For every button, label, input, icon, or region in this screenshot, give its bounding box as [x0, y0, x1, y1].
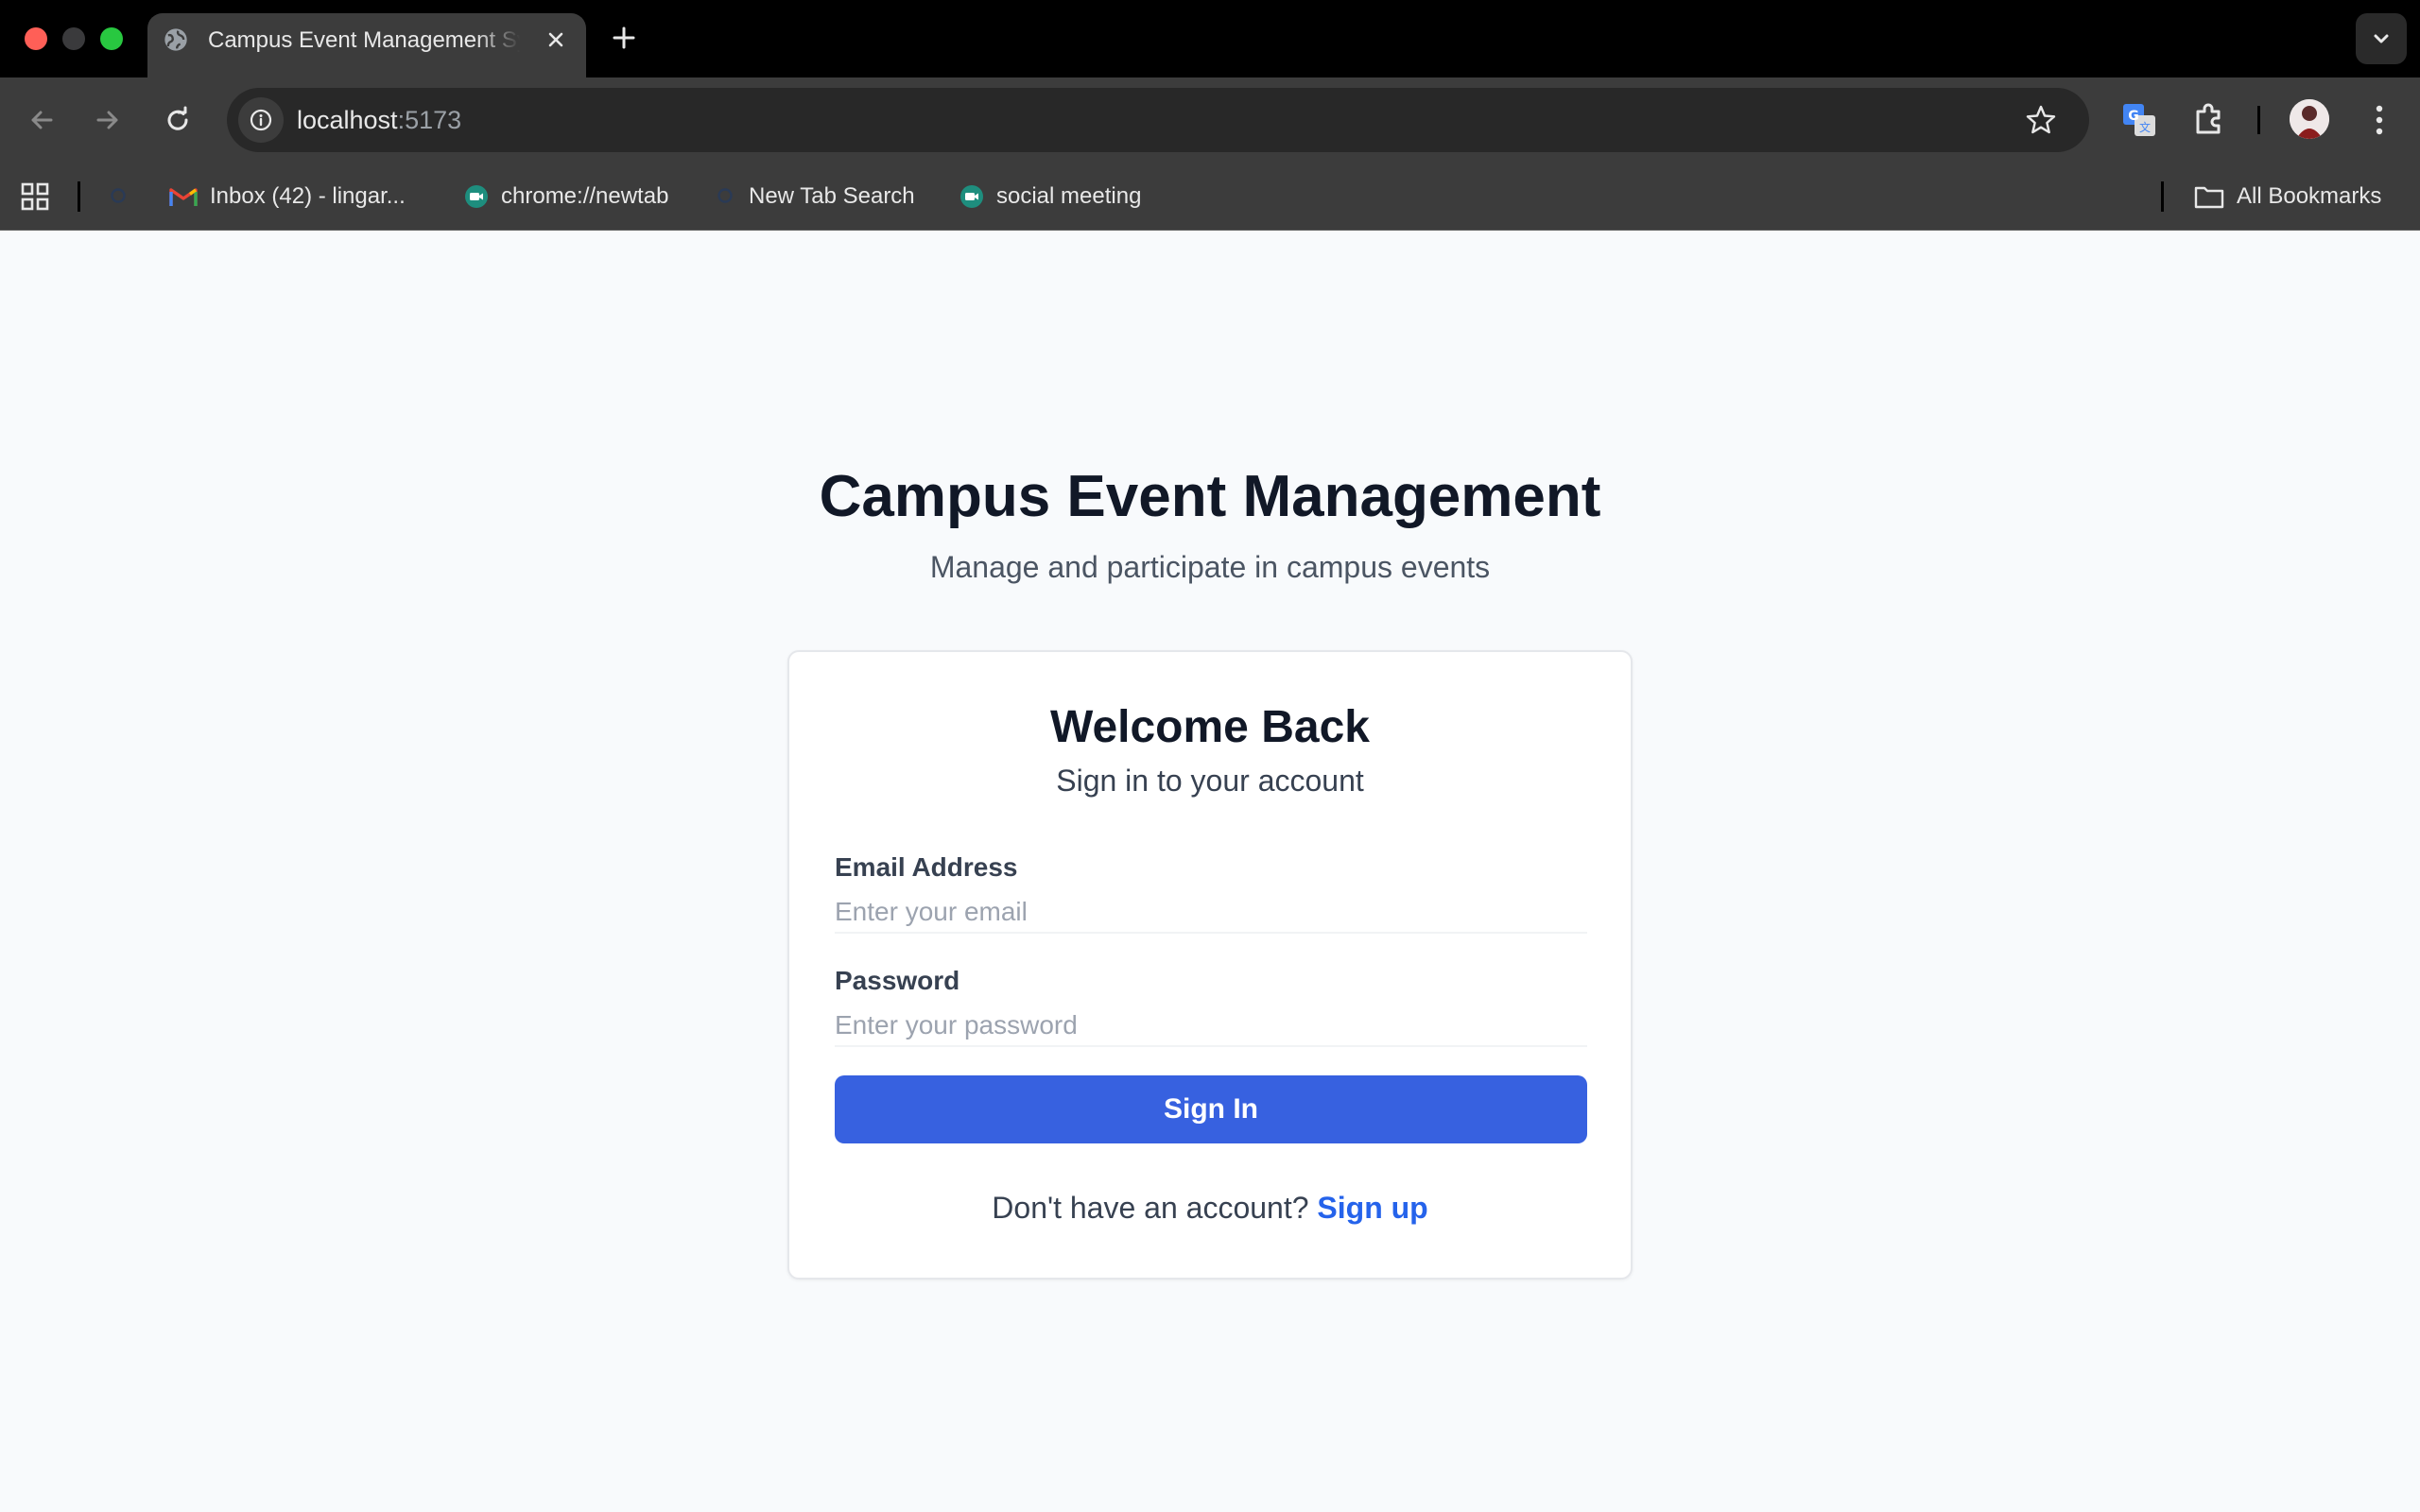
maximize-window-button[interactable]	[100, 27, 123, 50]
bookmark-label: Inbox (42) - lingar...	[210, 183, 406, 209]
bookmark-item-gmail[interactable]: Inbox (42) - lingar...	[168, 176, 406, 217]
email-field[interactable]	[835, 892, 1587, 934]
meet-icon	[960, 185, 983, 208]
arrow-right-icon	[96, 111, 118, 129]
bookmark-item-newtab[interactable]: chrome://newtab	[463, 176, 668, 217]
sign-up-link[interactable]: Sign up	[1317, 1191, 1427, 1225]
password-field[interactable]	[835, 1005, 1587, 1047]
login-subtitle: Sign in to your account	[1056, 764, 1364, 798]
bookmarks-bar: Inbox (42) - lingar... chrome://newtab N…	[0, 163, 2420, 231]
svg-text:G: G	[2128, 109, 2139, 124]
extensions-button[interactable]	[2186, 96, 2233, 144]
bookmark-label: chrome://newtab	[501, 183, 669, 209]
close-window-button[interactable]	[25, 27, 47, 50]
bookmark-item-search[interactable]	[108, 176, 142, 217]
all-bookmarks-button[interactable]: All Bookmarks	[2193, 176, 2381, 217]
reload-button[interactable]	[157, 99, 199, 141]
all-bookmarks-label: All Bookmarks	[2237, 183, 2382, 209]
page-title: Campus Event Management	[819, 464, 1601, 529]
bookmarks-divider	[78, 181, 80, 212]
user-avatar-icon	[2290, 99, 2329, 139]
sign-in-button[interactable]: Sign In	[835, 1075, 1587, 1143]
more-vertical-icon	[2376, 105, 2383, 135]
url-host: localhost	[297, 106, 398, 134]
bookmark-label: social meeting	[996, 183, 1142, 209]
address-bar[interactable]: localhost:5173	[227, 88, 2089, 152]
login-title: Welcome Back	[1050, 702, 1370, 752]
apps-button[interactable]	[21, 176, 60, 217]
new-tab-icon[interactable]	[609, 23, 639, 53]
browser-tab[interactable]: Campus Event Management System	[147, 13, 586, 77]
signup-row: Don't have an account? Sign up	[789, 1189, 1631, 1227]
translate-extension-button[interactable]: G 文	[2116, 96, 2163, 144]
folder-icon	[2194, 186, 2224, 209]
puzzle-piece-icon	[2196, 103, 2221, 134]
bookmark-item-new-tab-search[interactable]: New Tab Search	[715, 176, 915, 217]
site-info-button[interactable]	[238, 97, 284, 143]
info-icon	[250, 109, 272, 131]
tab-title: Campus Event Management System	[208, 27, 520, 53]
profile-avatar[interactable]	[2290, 99, 2329, 139]
bookmark-star-icon[interactable]	[2025, 104, 2057, 136]
browser-titlebar: Campus Event Management System	[0, 0, 2420, 77]
page-subtitle: Manage and participate in campus events	[929, 550, 1491, 584]
back-button[interactable]	[21, 99, 62, 141]
tab-search-button[interactable]	[2356, 13, 2407, 64]
search-icon	[111, 188, 126, 203]
chevron-down-icon	[2374, 34, 2389, 43]
svg-text:文: 文	[2139, 120, 2151, 134]
bookmarks-divider	[2161, 181, 2164, 212]
forward-button[interactable]	[87, 99, 129, 141]
gmail-icon	[169, 188, 198, 206]
toolbar-divider	[2257, 106, 2260, 134]
globe-icon	[164, 28, 187, 51]
signup-prompt: Don't have an account?	[992, 1191, 1309, 1225]
browser-menu-button[interactable]	[2365, 96, 2394, 144]
reload-icon	[167, 106, 188, 130]
password-label: Password	[835, 966, 960, 995]
meet-icon	[465, 185, 488, 208]
minimize-window-button[interactable]	[62, 27, 85, 50]
email-label: Email Address	[835, 852, 1018, 882]
close-tab-icon[interactable]	[543, 26, 569, 53]
url-port: :5173	[397, 106, 462, 134]
search-icon	[717, 188, 733, 203]
browser-toolbar: localhost:5173 G 文	[0, 77, 2420, 163]
login-card: Welcome Back Sign in to your account Ema…	[787, 650, 1633, 1280]
arrow-left-icon	[31, 111, 53, 129]
google-translate-icon: G 文	[2123, 104, 2155, 136]
url-text: localhost:5173	[297, 103, 461, 137]
bookmark-item-social-meeting[interactable]: social meeting	[959, 176, 1141, 217]
bookmark-label: New Tab Search	[749, 183, 915, 209]
apps-grid-icon	[21, 182, 49, 211]
